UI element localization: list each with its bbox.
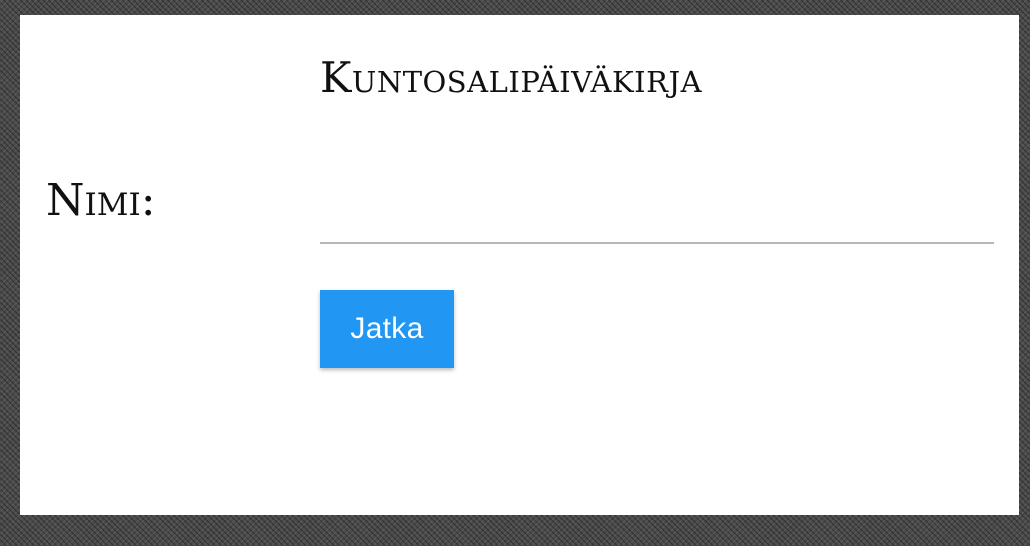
name-input[interactable] [320,200,994,244]
login-card: Kuntosalipäiväkirja Nimi: Jatka [20,15,1019,515]
page-title: Kuntosalipäiväkirja [320,53,703,102]
continue-button[interactable]: Jatka [320,290,454,368]
name-label: Nimi: [46,175,156,226]
